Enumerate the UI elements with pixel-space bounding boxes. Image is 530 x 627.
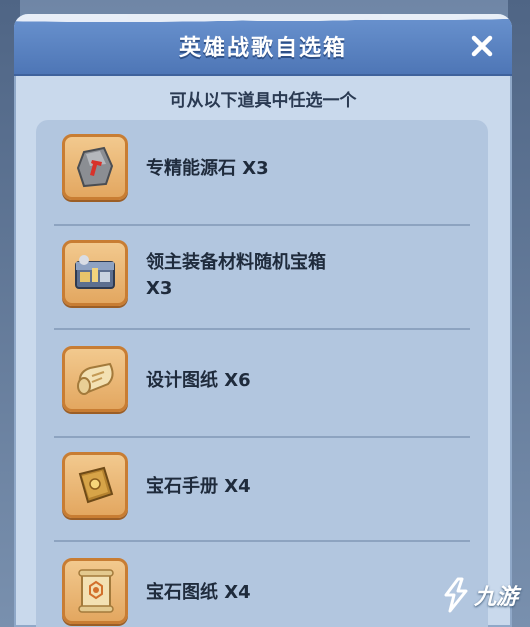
item-icon-frame	[62, 134, 128, 200]
choice-box-dialog: 英雄战歌自选箱 可从以下道具中任选一个 专精能源石 X3 领主装备材料随机宝箱 …	[14, 14, 512, 627]
item-label-line2: X3	[146, 278, 173, 299]
item-label: 宝石图纸 X4	[146, 582, 251, 603]
list-item-energy-stone[interactable]: 专精能源石 X3	[52, 120, 472, 224]
list-item-design-blueprint[interactable]: 设计图纸 X6	[52, 332, 472, 436]
item-label: 设计图纸 X6	[146, 370, 251, 391]
gem-blueprint-icon	[78, 569, 114, 613]
item-label: 专精能源石 X3	[146, 158, 269, 179]
item-icon-frame	[62, 558, 128, 624]
watermark-logo-icon	[444, 577, 468, 613]
list-item-gem-blueprint[interactable]: 宝石图纸 X4	[52, 544, 472, 627]
list-divider	[54, 540, 470, 542]
dialog-subtitle: 可从以下道具中任选一个	[169, 91, 357, 111]
item-label: 宝石手册 X4	[146, 476, 251, 497]
item-icon-frame	[62, 346, 128, 412]
gem-manual-icon	[78, 466, 114, 504]
list-item-lord-equipment-chest[interactable]: 领主装备材料随机宝箱 X3	[52, 226, 472, 330]
list-item-gem-manual[interactable]: 宝石手册 X4	[52, 438, 472, 542]
dialog-title: 英雄战歌自选箱	[178, 36, 347, 61]
list-divider	[54, 328, 470, 330]
item-label-line1: 领主装备材料随机宝箱	[146, 252, 326, 273]
item-icon-frame	[62, 452, 128, 518]
treasure-chest-icon	[75, 255, 115, 289]
item-icon-frame	[62, 240, 128, 306]
energy-stone-icon	[76, 146, 114, 188]
watermark-text: 九游	[474, 585, 519, 610]
item-list: 专精能源石 X3 领主装备材料随机宝箱 X3 设计图纸 X6 宝石手册 X4 宝…	[36, 120, 488, 627]
close-icon	[471, 35, 493, 57]
blueprint-scroll-icon	[77, 362, 114, 395]
dialog-title-bar: 英雄战歌自选箱	[14, 14, 512, 76]
close-button[interactable]	[466, 30, 498, 62]
site-watermark: 九游	[440, 570, 530, 620]
item-label: 领主装备材料随机宝箱 X3	[146, 250, 446, 302]
snow-decoration	[14, 14, 512, 28]
